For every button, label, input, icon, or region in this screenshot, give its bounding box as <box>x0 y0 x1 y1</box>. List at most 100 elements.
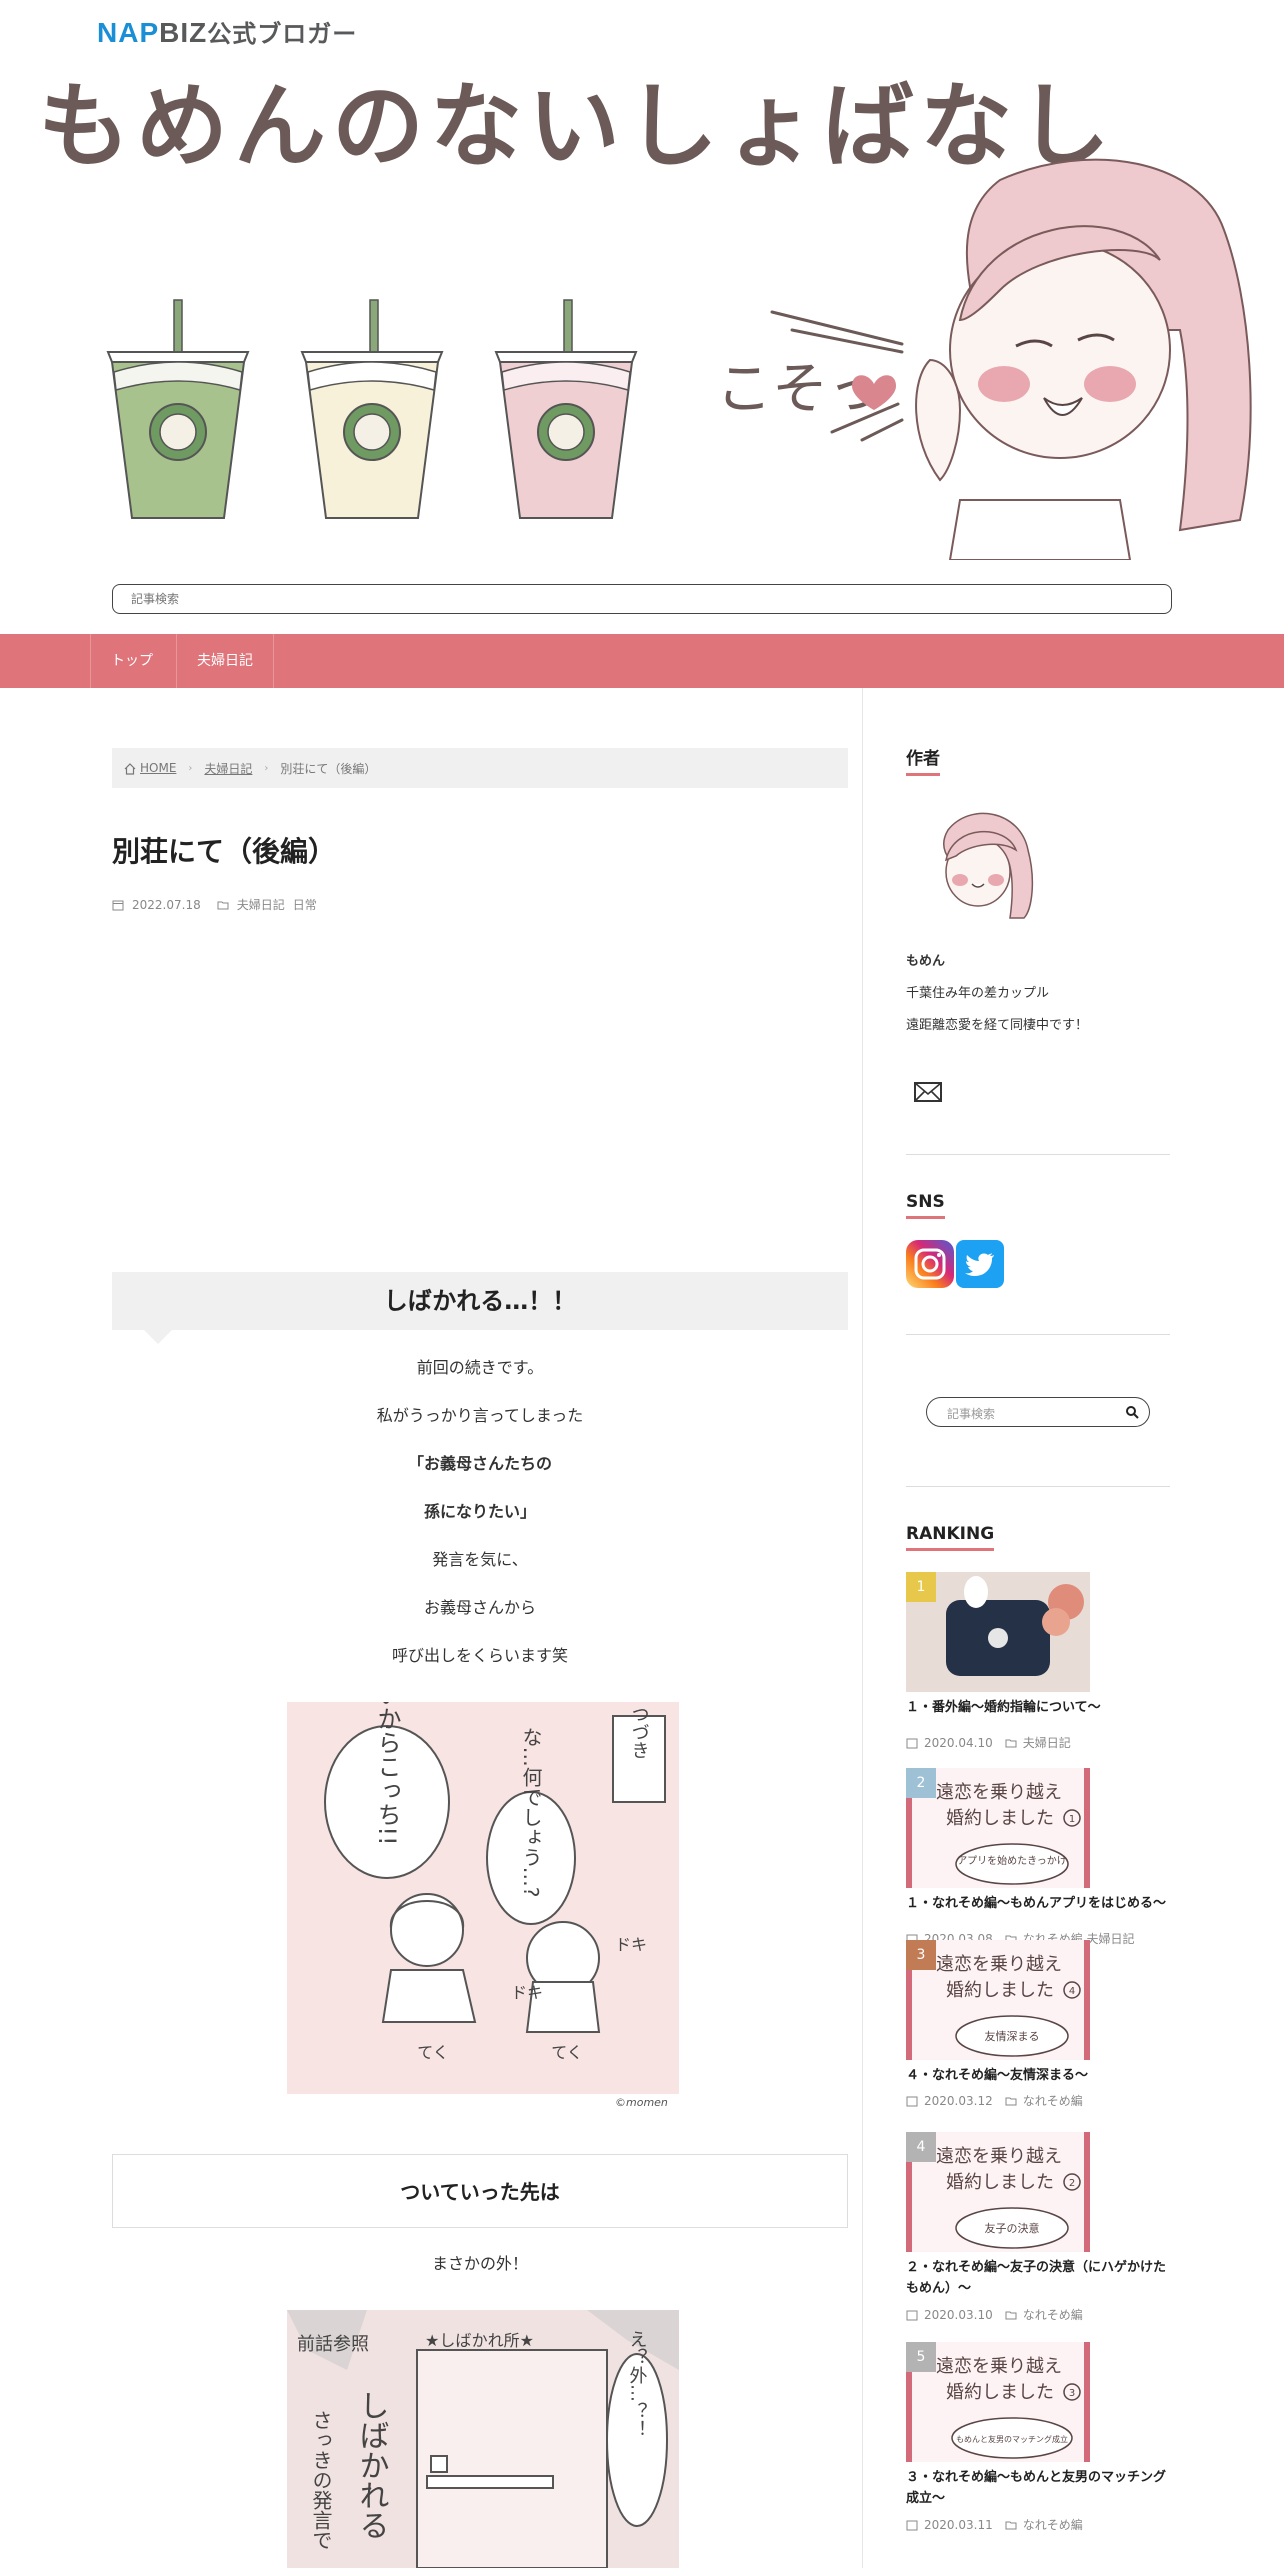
post-paragraph-bold: 孫になりたい」 <box>423 1502 536 1521</box>
search-icon[interactable] <box>1125 1405 1139 1419</box>
vertical-text: さっきの発言で <box>309 2410 333 2550</box>
thumb-step: 3 <box>1069 2388 1075 2399</box>
ranking-category[interactable]: 夫婦日記 <box>1023 1734 1071 1751</box>
author-description: 遠距離恋愛を経て同棲中です！ <box>906 1018 1089 1033</box>
manga-image[interactable]: 前話参照 ★しばかれ所★ さっきの発言で しばかれる え？外…？！ <box>287 2310 679 2568</box>
author-description: 千葉住み年の差カップル <box>906 986 1050 1001</box>
ranking-title[interactable]: １・なれそめ編～もめんアプリをはじめる～ <box>906 1894 1170 1915</box>
calendar-icon <box>906 2520 918 2530</box>
chevron-right-icon: › <box>188 762 193 774</box>
post-paragraph: 私がうっかり言ってしまった <box>376 1406 584 1425</box>
twitter-icon[interactable] <box>956 1240 1004 1288</box>
header-search-input[interactable] <box>113 585 1171 613</box>
thumb-bubble: 友情深まる <box>985 2029 1040 2043</box>
thumb-text: 遠恋を乗り越え <box>936 2355 1062 2377</box>
thumb-bubble: 友子の決意 <box>985 2221 1040 2235</box>
section-heading: しばかれる…！！ <box>112 1272 848 1330</box>
heading-pointer <box>144 1330 172 1344</box>
ranking-meta: 2020.03.12 なれそめ編 <box>906 2092 1083 2109</box>
folder-icon <box>1005 2311 1017 2319</box>
sidebar-search-bar[interactable]: 記事検索 <box>926 1397 1150 1427</box>
ranking-date: 2020.03.10 <box>924 2307 993 2322</box>
ranking-category[interactable]: なれそめ編 <box>1023 2516 1083 2533</box>
post-paragraph: お義母さんから <box>423 1598 536 1617</box>
ranking-number: 5 <box>906 2342 936 2372</box>
nav-item-top[interactable]: トップ <box>90 634 173 688</box>
header-illustration: こそっ <box>106 158 1252 560</box>
ranking-thumbnail[interactable]: 遠恋を乗り越え 婚約しました 1 アプリを始めたきっかけ 2 <box>906 1768 1090 1888</box>
post-meta: 2022.07.18 夫婦日記 日常 <box>112 896 317 913</box>
thumb-text: 遠恋を乗り越え <box>936 2145 1062 2167</box>
sfx-text: てく <box>551 2043 583 2062</box>
ranking-thumbnail[interactable]: 遠恋を乗り越え 婚約しました 2 友子の決意 4 <box>906 2132 1090 2252</box>
calendar-icon <box>906 1738 918 1748</box>
thumb-step: 4 <box>1069 1986 1075 1997</box>
thumb-step: 2 <box>1069 2178 1075 2189</box>
thumb-text: 遠恋を乗り越え <box>936 1953 1062 1975</box>
ranking-meta: 2020.04.10 夫婦日記 <box>906 1734 1071 1751</box>
breadcrumb-current: 別荘にて（後編） <box>280 761 377 776</box>
site-header: NAPBIZ公式ブロガー もめんのないしょばなし こそっ 記事検索 <box>0 0 1284 634</box>
ranking-number: 3 <box>906 1940 936 1970</box>
ranking-date: 2020.03.12 <box>924 2093 993 2108</box>
ranking-number: 2 <box>906 1768 936 1798</box>
chevron-right-icon: › <box>264 762 269 774</box>
vertical-text: え？外…？！ <box>627 2330 648 2438</box>
sfx-text: ドキ <box>511 1983 543 2002</box>
manga-image[interactable]: つづき いいからこっち!! な…何でしょう…? ドキ ドキ てく てく <box>287 1702 679 2094</box>
calendar-icon <box>906 2310 918 2320</box>
breadcrumb: HOME › 夫婦日記 › 別荘にて（後編） <box>112 748 848 788</box>
ranking-thumbnail[interactable]: 遠恋を乗り越え 婚約しました 4 友情深まる 3 <box>906 1940 1090 2060</box>
post-paragraph: 呼び出しをくらいます笑 <box>391 1646 568 1665</box>
sfx-text: ドキ <box>615 1935 647 1954</box>
calendar-icon <box>906 2096 918 2106</box>
label-text: 前話参照 <box>297 2334 369 2355</box>
badge-nap-text: NAP <box>97 17 160 48</box>
breadcrumb-home-label[interactable]: HOME <box>140 761 176 775</box>
ranking-title[interactable]: ４・なれそめ編～友情深まる～ <box>906 2066 1170 2087</box>
folder-icon <box>1005 2097 1017 2105</box>
widget-divider <box>906 1154 1170 1155</box>
post-category-link[interactable]: 日常 <box>293 896 317 913</box>
thumb-text: 婚約しました <box>946 1808 1054 1829</box>
ranking-title[interactable]: １・番外編～婚約指輪について～ <box>906 1698 1170 1719</box>
drink-cup-icon <box>106 299 250 519</box>
instagram-icon[interactable] <box>906 1240 954 1288</box>
ranking-number: 1 <box>906 1572 936 1602</box>
post-title: 別荘にて（後編） <box>112 835 337 868</box>
thumb-bubble: アプリを始めたきっかけ <box>957 1854 1067 1867</box>
post-paragraph: まさかの外！ <box>431 2254 528 2273</box>
section-heading-boxed: ついていった先は <box>112 2154 848 2228</box>
widget-title-sns: SNS <box>906 1192 945 1219</box>
ranking-thumbnail[interactable]: 遠恋を乗り越え 婚約しました 3 もめんと友男のマッチング成立 5 <box>906 2342 1090 2462</box>
thumb-step: 1 <box>1069 1814 1075 1825</box>
girl-illustration <box>915 158 1252 560</box>
ranking-date: 2020.03.11 <box>924 2517 993 2532</box>
ranking-category[interactable]: なれそめ編 <box>1023 2092 1083 2109</box>
ranking-meta: 2020.03.11 なれそめ編 <box>906 2516 1083 2533</box>
folder-icon <box>1005 2521 1017 2529</box>
header-search-bar[interactable] <box>112 584 1172 614</box>
ranking-title[interactable]: ２・なれそめ編～友子の決意（にハゲかけたもめん）～ <box>906 2258 1170 2300</box>
ranking-number: 4 <box>906 2132 936 2162</box>
widget-divider <box>906 1334 1170 1335</box>
ranking-title[interactable]: ３・なれそめ編～もめんと友男のマッチング成立～ <box>906 2468 1170 2510</box>
author-avatar[interactable] <box>920 800 1040 920</box>
copyright-text: ©momen <box>615 2096 668 2109</box>
napbiz-badge[interactable]: NAPBIZ公式ブロガー <box>97 14 357 49</box>
thumb-bubble: もめんと友男のマッチング成立 <box>956 2434 1068 2444</box>
thumb-text: 婚約しました <box>946 1980 1054 2001</box>
ranking-category[interactable]: なれそめ編 <box>1023 2306 1083 2323</box>
breadcrumb-home[interactable]: HOME <box>124 761 176 775</box>
thumb-text: 遠恋を乗り越え <box>936 1781 1062 1803</box>
ranking-meta: 2020.03.10 なれそめ編 <box>906 2306 1083 2323</box>
nav-item-couple-diary[interactable]: 夫婦日記 <box>176 634 274 688</box>
post-date: 2022.07.18 <box>132 897 201 912</box>
column-divider <box>862 688 863 2568</box>
calendar-icon <box>112 900 124 910</box>
post-category-link[interactable]: 夫婦日記 <box>237 896 285 913</box>
ranking-thumbnail[interactable]: 1 <box>906 1572 1090 1692</box>
widget-title-ranking: RANKING <box>906 1524 995 1551</box>
breadcrumb-category[interactable]: 夫婦日記 <box>204 760 252 777</box>
mail-icon[interactable] <box>912 1076 944 1108</box>
